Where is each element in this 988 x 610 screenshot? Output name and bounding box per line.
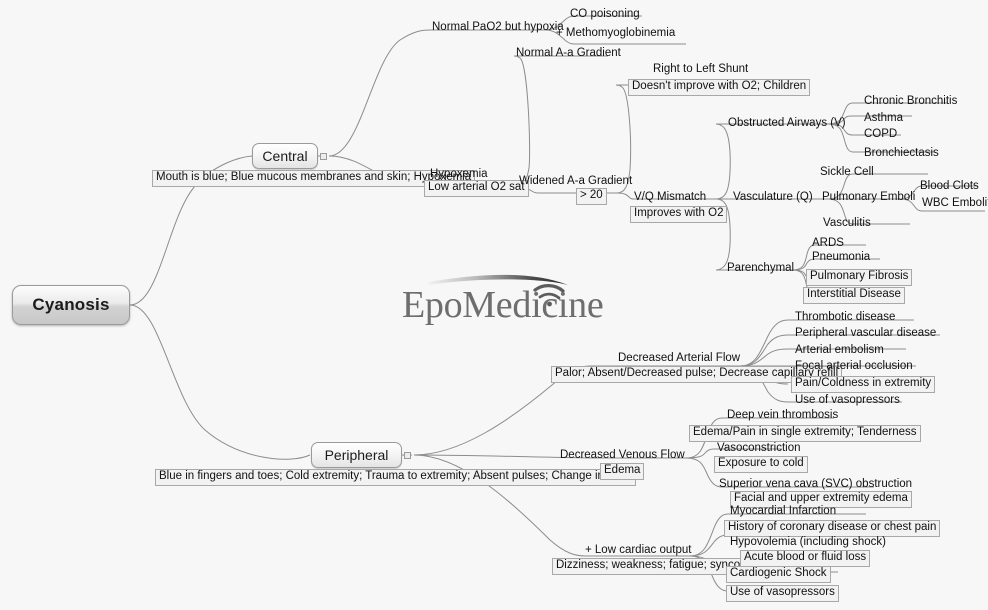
topic-pneumonia[interactable]: Pneumonia [812, 251, 870, 264]
watermark-text: EpoMedicine [402, 284, 604, 326]
topic-ards[interactable]: ARDS [812, 237, 844, 250]
topic-cardiogenic-shock[interactable]: Cardiogenic Shock [726, 566, 831, 583]
branch-node-peripheral-label: Peripheral [324, 447, 389, 463]
peripheral-collapse-knob[interactable] [404, 452, 411, 459]
branch-node-central[interactable]: Central [252, 143, 318, 169]
topic-obstructed-airways[interactable]: Obstructed Airways (V) [728, 117, 846, 130]
note-widened-aa-gradient: > 20 [576, 188, 607, 205]
topic-peripheral-vascular-disease[interactable]: Peripheral vascular disease [795, 327, 936, 340]
topic-vasculitis[interactable]: Vasculitis [823, 217, 871, 230]
topic-vasculature[interactable]: Vasculature (Q) [733, 191, 813, 204]
topic-decreased-venous-flow[interactable]: Decreased Venous Flow [560, 449, 685, 462]
topic-low-cardiac-output[interactable]: + Low cardiac output [585, 544, 691, 557]
topic-pulmonary-emboli[interactable]: Pulmonary Emboli [822, 191, 915, 204]
topic-arterial-embolism[interactable]: Arterial embolism [795, 344, 884, 357]
topic-myocardial-infarction[interactable]: Myocardial Infarction [730, 505, 836, 518]
note-vq-mismatch: Improves with O2 [630, 206, 728, 223]
topic-sickle-cell[interactable]: Sickle Cell [820, 166, 874, 179]
note-right-to-left-shunt: Doesn't improve with O2; Children [628, 79, 811, 96]
topic-interstitial-disease[interactable]: Interstitial Disease [803, 287, 905, 304]
topic-vq-mismatch[interactable]: V/Q Mismatch [634, 191, 706, 204]
central-collapse-knob[interactable] [320, 153, 327, 160]
note-decreased-venous-flow: Edema [600, 463, 645, 480]
topic-parenchymal[interactable]: Parenchymal [727, 262, 794, 275]
topic-asthma[interactable]: Asthma [864, 112, 903, 125]
topic-svc-obstruction[interactable]: Superior vena cava (SVC) obstruction [719, 478, 912, 491]
topic-copd[interactable]: COPD [864, 128, 897, 141]
wifi-arc-icon [428, 274, 568, 307]
topic-normal-pao2[interactable]: Normal PaO2 but hypoxia [432, 21, 564, 34]
root-node-label: Cyanosis [32, 295, 110, 314]
branch-node-central-label: Central [262, 148, 308, 164]
note-vasoconstriction: Exposure to cold [714, 456, 808, 473]
topic-normal-aa-gradient[interactable]: Normal A-a Gradient [516, 47, 621, 60]
root-node-cyanosis[interactable]: Cyanosis [12, 285, 130, 325]
mindmap-canvas: EpoMedicine Cyanosis Central Mouth is bl… [0, 0, 988, 610]
topic-use-of-vasopressors-cardiac[interactable]: Use of vasopressors [726, 585, 839, 602]
note-peripheral-features: Blue in fingers and toes; Cold extremity… [155, 469, 637, 486]
topic-right-to-left-shunt[interactable]: Right to Left Shunt [653, 63, 748, 76]
topic-deep-vein-thrombosis[interactable]: Deep vein thrombosis [727, 409, 838, 422]
topic-thrombotic-disease[interactable]: Thrombotic disease [795, 311, 895, 324]
topic-chronic-bronchitis[interactable]: Chronic Bronchitis [864, 95, 957, 108]
topic-pulmonary-fibrosis[interactable]: Pulmonary Fibrosis [806, 269, 913, 286]
topic-decreased-arterial-flow[interactable]: Decreased Arterial Flow [618, 352, 740, 365]
topic-widened-aa-gradient[interactable]: Widened A-a Gradient [519, 175, 632, 188]
topic-hypoxemia[interactable]: Hypoxemia [430, 168, 488, 181]
connector-lines [129, 15, 985, 592]
note-hypovolemia: Acute blood or fluid loss [740, 550, 871, 567]
topic-co-poisoning[interactable]: CO poisoning [570, 8, 640, 21]
branch-node-peripheral[interactable]: Peripheral [311, 442, 402, 468]
topic-bronchiectasis[interactable]: Bronchiectasis [864, 147, 939, 160]
topic-wbc-emboli[interactable]: WBC Emboli? [922, 197, 988, 210]
topic-use-of-vasopressors-arterial[interactable]: Use of vasopressors [795, 394, 900, 407]
topic-focal-arterial-occlusion[interactable]: Focal arterial occlusion [795, 360, 913, 373]
topic-blood-clots[interactable]: Blood Clots [920, 180, 979, 193]
note-hypoxemia: Low arterial O2 sat [424, 180, 529, 197]
note-myocardial-infarction: History of coronary disease or chest pai… [724, 520, 941, 537]
topic-hypovolemia[interactable]: Hypovolemia (including shock) [730, 536, 886, 549]
topic-methomyoglobinemia[interactable]: + Methomyoglobinemia [556, 27, 675, 40]
topic-vasoconstriction[interactable]: Vasoconstriction [717, 442, 801, 455]
note-deep-vein-thrombosis: Edema/Pain in single extremity; Tenderne… [689, 425, 921, 442]
epomedicine-watermark: EpoMedicine [402, 258, 618, 330]
topic-pain-coldness-in-extremity[interactable]: Pain/Coldness in extremity [791, 376, 936, 393]
